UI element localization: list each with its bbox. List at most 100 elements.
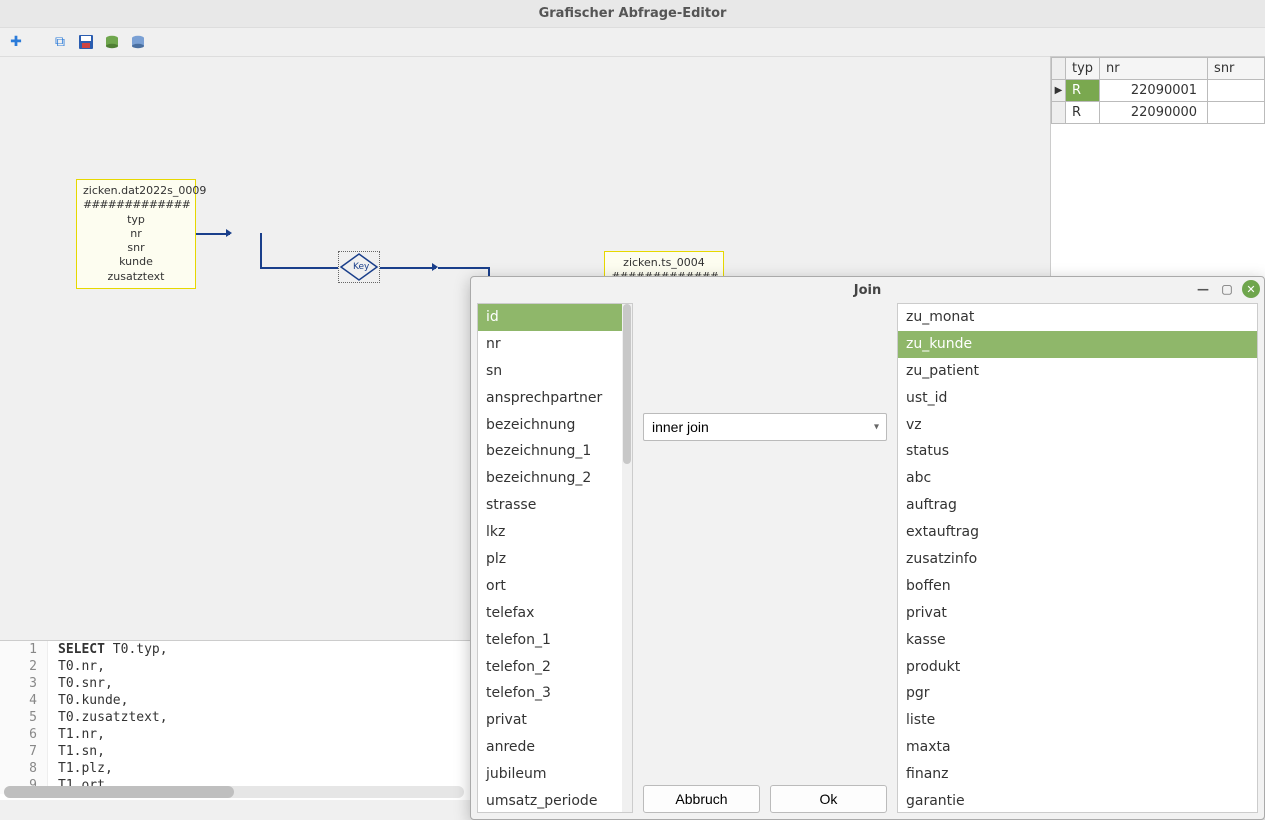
field-item[interactable]: ansprechpartner [478, 385, 632, 412]
results-header[interactable]: typ [1066, 58, 1100, 80]
results-cell[interactable] [1208, 102, 1265, 124]
scrollbar-thumb[interactable] [4, 786, 234, 798]
save-icon[interactable] [76, 32, 96, 52]
horizontal-scrollbar[interactable] [4, 786, 464, 798]
line-number: 1 [0, 641, 48, 658]
results-cell[interactable] [1208, 80, 1265, 102]
results-cell[interactable]: R [1066, 80, 1100, 102]
node1-sep: ############# [83, 198, 189, 212]
key-label: Key [353, 262, 369, 272]
maximize-icon[interactable]: ▢ [1218, 280, 1236, 298]
field-item[interactable]: zu_kunde [898, 331, 1257, 358]
left-field-list[interactable]: idnrsnansprechpartnerbezeichnungbezeichn… [477, 303, 633, 813]
field-item[interactable]: zu_monat [898, 304, 1257, 331]
join-node[interactable]: Key [338, 251, 380, 283]
field-item[interactable]: bezeichnung [478, 412, 632, 439]
node1-field: typ [83, 213, 189, 227]
results-row[interactable]: R 22090000 [1052, 102, 1265, 124]
field-item[interactable]: produkt [898, 654, 1257, 681]
sql-code[interactable]: T0.snr, [48, 675, 113, 692]
field-item[interactable]: liste [898, 707, 1257, 734]
field-item[interactable]: privat [898, 600, 1257, 627]
results-cell[interactable]: 22090000 [1100, 102, 1208, 124]
export-xml-icon[interactable] [128, 32, 148, 52]
results-table[interactable]: typ nr snr ▶ R 22090001 R 22090000 [1051, 57, 1265, 124]
field-item[interactable]: sn [478, 358, 632, 385]
copy-icon[interactable]: ⧉ [50, 32, 70, 52]
line-number: 4 [0, 692, 48, 709]
field-item[interactable]: ust_id [898, 385, 1257, 412]
field-item[interactable]: kasse [898, 627, 1257, 654]
toolbar: ✚ ⧉ [0, 28, 1265, 56]
field-item[interactable]: bezeichnung_2 [478, 465, 632, 492]
scrollbar-thumb[interactable] [623, 304, 631, 464]
add-icon[interactable]: ✚ [6, 32, 26, 52]
field-item[interactable]: status [898, 438, 1257, 465]
field-item[interactable]: auftrag [898, 492, 1257, 519]
sql-code[interactable]: SELECT T0.typ, [48, 641, 168, 658]
table-node-1[interactable]: zicken.dat2022s_0009 ############# typ n… [76, 179, 196, 289]
field-item[interactable]: ort [478, 573, 632, 600]
scrollbar[interactable] [622, 304, 632, 812]
field-item[interactable]: id [478, 304, 632, 331]
field-item[interactable]: anrede [478, 734, 632, 761]
node1-title: zicken.dat2022s_0009 [83, 184, 189, 198]
field-item[interactable]: vz [898, 412, 1257, 439]
field-item[interactable]: umsatz_periode [478, 788, 632, 812]
field-item[interactable]: finanz [898, 761, 1257, 788]
export-sql-icon[interactable] [102, 32, 122, 52]
field-item[interactable]: maxta [898, 734, 1257, 761]
window-titlebar: Grafischer Abfrage-Editor [0, 0, 1265, 28]
field-item[interactable]: telefax [478, 600, 632, 627]
line-number: 2 [0, 658, 48, 675]
field-item[interactable]: jubileum [478, 761, 632, 788]
field-item[interactable]: telefon_1 [478, 627, 632, 654]
field-item[interactable]: strasse [478, 492, 632, 519]
field-item[interactable]: extauftrag [898, 519, 1257, 546]
field-item[interactable]: privat [478, 707, 632, 734]
ok-button[interactable]: Ok [770, 785, 887, 813]
sql-code[interactable]: T1.sn, [48, 743, 105, 760]
results-cell[interactable]: R [1066, 102, 1100, 124]
results-header[interactable]: nr [1100, 58, 1208, 80]
join-dialog: Join — ▢ ✕ idnrsnansprechpartnerbezeichn… [470, 276, 1265, 820]
line-number: 3 [0, 675, 48, 692]
close-icon[interactable]: ✕ [1242, 280, 1260, 298]
node1-field: nr [83, 227, 189, 241]
sql-code[interactable]: T1.plz, [48, 760, 113, 777]
line-number: 8 [0, 760, 48, 777]
node2-title: zicken.ts_0004 [611, 256, 717, 270]
field-item[interactable]: pgr [898, 680, 1257, 707]
node1-field: kunde [83, 255, 189, 269]
line-number: 7 [0, 743, 48, 760]
field-item[interactable]: nr [478, 331, 632, 358]
field-item[interactable]: zu_patient [898, 358, 1257, 385]
field-item[interactable]: bezeichnung_1 [478, 438, 632, 465]
row-indicator-icon [1052, 102, 1066, 124]
row-indicator-icon: ▶ [1052, 80, 1066, 102]
node1-field: snr [83, 241, 189, 255]
results-cell[interactable]: 22090001 [1100, 80, 1208, 102]
results-row[interactable]: ▶ R 22090001 [1052, 80, 1265, 102]
field-item[interactable]: lkz [478, 519, 632, 546]
field-item[interactable]: plz [478, 546, 632, 573]
field-item[interactable]: abc [898, 465, 1257, 492]
results-header[interactable]: snr [1208, 58, 1265, 80]
sql-code[interactable]: T0.kunde, [48, 692, 128, 709]
minimize-icon[interactable]: — [1194, 280, 1212, 298]
field-item[interactable]: boffen [898, 573, 1257, 600]
right-field-list[interactable]: zu_monatzu_kundezu_patientust_idvzstatus… [897, 303, 1258, 813]
node1-field: zusatztext [83, 270, 189, 284]
field-item[interactable]: telefon_3 [478, 680, 632, 707]
field-item[interactable]: garantie [898, 788, 1257, 812]
field-item[interactable]: zusatzinfo [898, 546, 1257, 573]
sql-code[interactable]: T0.zusatztext, [48, 709, 168, 726]
field-item[interactable]: telefon_2 [478, 654, 632, 681]
cancel-button[interactable]: Abbruch [643, 785, 760, 813]
sql-code[interactable]: T1.nr, [48, 726, 105, 743]
dialog-titlebar[interactable]: Join — ▢ ✕ [471, 277, 1264, 303]
dialog-title: Join [854, 283, 881, 298]
line-number: 6 [0, 726, 48, 743]
sql-code[interactable]: T0.nr, [48, 658, 105, 675]
join-type-select[interactable]: inner join [643, 413, 887, 441]
